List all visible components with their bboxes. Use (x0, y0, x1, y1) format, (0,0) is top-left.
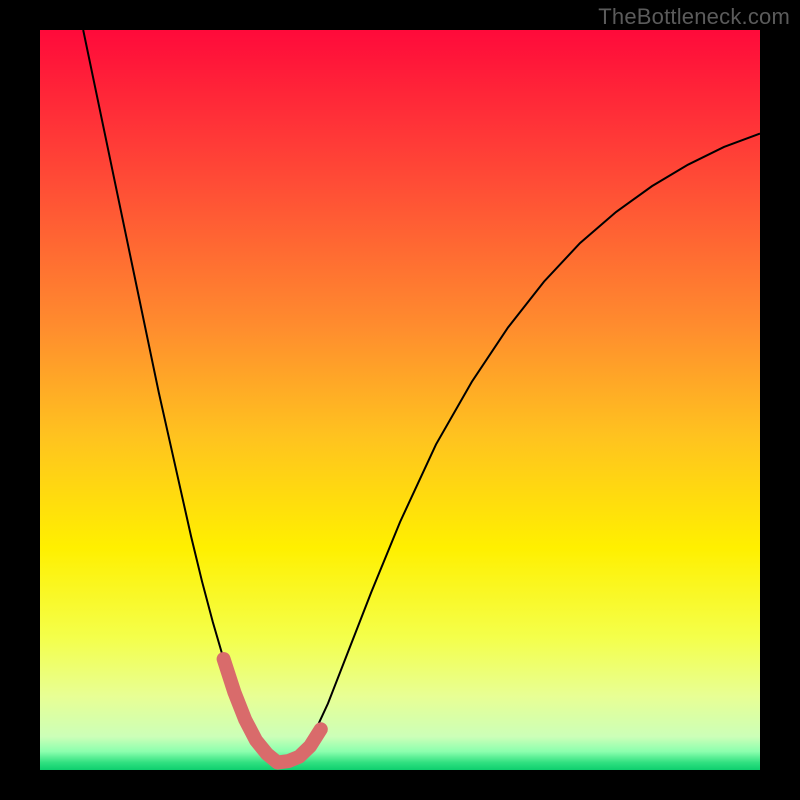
plot-background (40, 30, 760, 770)
watermark-text: TheBottleneck.com (598, 4, 790, 30)
bottleneck-chart (0, 0, 800, 800)
chart-frame: TheBottleneck.com (0, 0, 800, 800)
